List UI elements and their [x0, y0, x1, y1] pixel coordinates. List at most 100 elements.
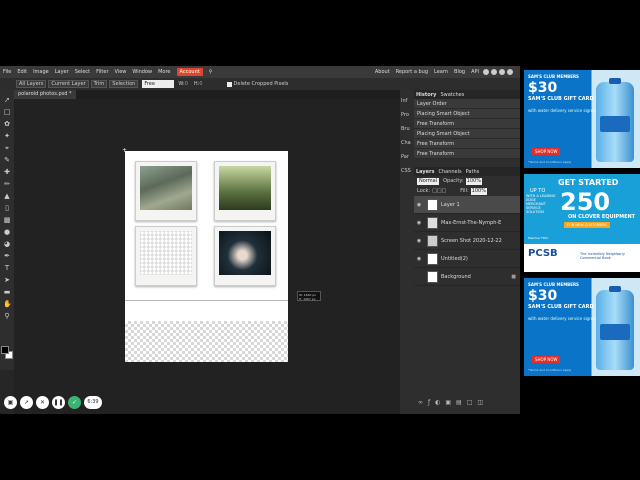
- move-tool-icon[interactable]: ➚: [3, 96, 11, 104]
- shop-now-button[interactable]: SHOP NOW: [532, 148, 561, 155]
- image-icon[interactable]: ▣: [4, 395, 17, 409]
- pointer-icon[interactable]: ➚: [20, 395, 33, 409]
- effects-icon[interactable]: ƒ: [428, 399, 430, 406]
- marquee-tool-icon[interactable]: □: [3, 108, 11, 116]
- menu-more[interactable]: More: [158, 69, 170, 75]
- pen-tool-icon[interactable]: ✒: [3, 252, 11, 260]
- delete-cropped-checkbox[interactable]: [226, 81, 232, 87]
- opacity-input[interactable]: 100%: [465, 177, 482, 185]
- layer-row[interactable]: Background ■: [414, 268, 520, 286]
- visibility-eye-icon[interactable]: ◉: [414, 256, 424, 262]
- menu-api[interactable]: API: [471, 69, 479, 75]
- layer-row[interactable]: ◉ Screen Shot 2020-12-22: [414, 232, 520, 250]
- menu-window[interactable]: Window: [132, 69, 152, 75]
- crop-handle-icon[interactable]: +: [122, 148, 128, 154]
- layer-row[interactable]: ◉ Untitled(2): [414, 250, 520, 268]
- document-canvas[interactable]: [125, 151, 288, 362]
- menu-filter[interactable]: Filter: [96, 69, 108, 75]
- type-tool-icon[interactable]: T: [3, 264, 11, 272]
- menu-select[interactable]: Select: [75, 69, 90, 75]
- info-panel-tab[interactable]: Inf: [401, 98, 407, 104]
- menu-blog[interactable]: Blog: [454, 69, 465, 75]
- history-item[interactable]: Placing Smart Object: [414, 129, 520, 139]
- new-layer-icon[interactable]: □: [467, 399, 473, 406]
- menu-about[interactable]: About: [375, 69, 390, 75]
- adjustment-icon[interactable]: ◐: [435, 399, 440, 406]
- layer-row[interactable]: ◉ Layer 1: [414, 196, 520, 214]
- shape-tool-icon[interactable]: ▬: [3, 288, 11, 296]
- tab-layers[interactable]: Layers: [416, 169, 435, 175]
- width-value[interactable]: 0: [185, 81, 188, 87]
- tab-paths[interactable]: Paths: [466, 169, 480, 175]
- color-swatches[interactable]: [1, 346, 13, 360]
- fill-input[interactable]: 100%: [470, 187, 487, 195]
- menu-image[interactable]: Image: [33, 69, 49, 75]
- menu-layer[interactable]: Layer: [55, 69, 69, 75]
- shop-now-button[interactable]: SHOP NOW: [532, 356, 561, 363]
- selection-button[interactable]: Selection: [109, 80, 139, 88]
- account-button[interactable]: Account: [176, 68, 203, 76]
- clone-stamp-tool-icon[interactable]: ▲: [3, 192, 11, 200]
- all-layers-button[interactable]: All Layers: [16, 80, 47, 88]
- healing-tool-icon[interactable]: ✚: [3, 168, 11, 176]
- magic-wand-tool-icon[interactable]: ✦: [3, 132, 11, 140]
- menu-file[interactable]: File: [3, 69, 11, 75]
- search-icon[interactable]: ⚲: [209, 69, 213, 75]
- visibility-eye-icon[interactable]: ◉: [414, 220, 424, 226]
- gradient-tool-icon[interactable]: ▩: [3, 216, 11, 224]
- zoom-tool-icon[interactable]: ⚲: [3, 312, 11, 320]
- menu-view[interactable]: View: [115, 69, 127, 75]
- github-icon[interactable]: [483, 69, 489, 75]
- lasso-tool-icon[interactable]: ✿: [3, 120, 11, 128]
- foreground-color-swatch[interactable]: [1, 346, 9, 354]
- character-panel-tab[interactable]: Cha: [401, 140, 411, 146]
- tab-channels[interactable]: Channels: [439, 169, 462, 175]
- document-tab[interactable]: polaroid photos.psd *: [14, 90, 76, 99]
- crop-mode-select[interactable]: Free: [142, 80, 175, 88]
- dodge-tool-icon[interactable]: ◕: [3, 240, 11, 248]
- current-layer-button[interactable]: Current Layer: [48, 80, 89, 88]
- blend-mode-select[interactable]: Normal: [417, 177, 440, 185]
- brush-tool-icon[interactable]: ✏: [3, 180, 11, 188]
- canvas-area[interactable]: + W: 1640 px H: 1067 px: [14, 99, 400, 414]
- history-item[interactable]: Free Transform: [414, 119, 520, 129]
- link-icon[interactable]: ∞: [418, 399, 423, 406]
- history-item[interactable]: Free Transform: [414, 139, 520, 149]
- mask-icon[interactable]: ▣: [445, 399, 451, 406]
- delete-layer-icon[interactable]: ◫: [477, 399, 483, 406]
- menu-learn[interactable]: Learn: [434, 69, 448, 75]
- eraser-tool-icon[interactable]: ▯: [3, 204, 11, 212]
- tab-swatches[interactable]: Swatches: [440, 92, 464, 98]
- facebook-icon[interactable]: [507, 69, 513, 75]
- hand-tool-icon[interactable]: ✋: [3, 300, 12, 308]
- menu-report-bug[interactable]: Report a bug: [396, 69, 428, 75]
- properties-panel-tab[interactable]: Pro: [401, 112, 409, 118]
- blur-tool-icon[interactable]: ●: [3, 228, 11, 236]
- lock-icons[interactable]: □□□: [432, 188, 446, 194]
- visibility-eye-icon[interactable]: ◉: [414, 202, 424, 208]
- pause-icon[interactable]: ❚❚: [52, 395, 65, 409]
- path-select-tool-icon[interactable]: ➤: [3, 276, 11, 284]
- confirm-check-icon[interactable]: ✓: [68, 395, 81, 409]
- reddit-icon[interactable]: [491, 69, 497, 75]
- css-panel-tab[interactable]: CSS: [401, 168, 411, 174]
- sams-club-ad[interactable]: SAM'S CLUB MEMBERS $30 SAM'S CLUB GIFT C…: [524, 278, 640, 376]
- history-item[interactable]: Layer Order: [414, 99, 520, 109]
- history-item[interactable]: Free Transform: [414, 149, 520, 159]
- brush-panel-tab[interactable]: Bru: [401, 126, 410, 132]
- trim-button[interactable]: Trim: [90, 80, 108, 88]
- eyedropper-tool-icon[interactable]: ✎: [3, 156, 11, 164]
- close-icon[interactable]: ✕: [36, 395, 49, 409]
- ad-cta-button[interactable]: FOR NEW CUSTOMERS: [564, 222, 610, 228]
- menu-edit[interactable]: Edit: [17, 69, 27, 75]
- visibility-eye-icon[interactable]: ◉: [414, 238, 424, 244]
- clover-ad[interactable]: GET STARTED UP TO 250 WITH A LEADING EDG…: [524, 174, 640, 272]
- history-item[interactable]: Placing Smart Object: [414, 109, 520, 119]
- height-value[interactable]: 0: [199, 81, 202, 87]
- folder-icon[interactable]: ▤: [456, 399, 462, 406]
- crop-tool-icon[interactable]: ⌖: [3, 144, 11, 152]
- twitter-icon[interactable]: [499, 69, 505, 75]
- paragraph-panel-tab[interactable]: Par: [401, 154, 409, 160]
- tab-history[interactable]: History: [416, 92, 436, 98]
- sams-club-ad[interactable]: SAM'S CLUB MEMBERS $30 SAM'S CLUB GIFT C…: [524, 70, 640, 168]
